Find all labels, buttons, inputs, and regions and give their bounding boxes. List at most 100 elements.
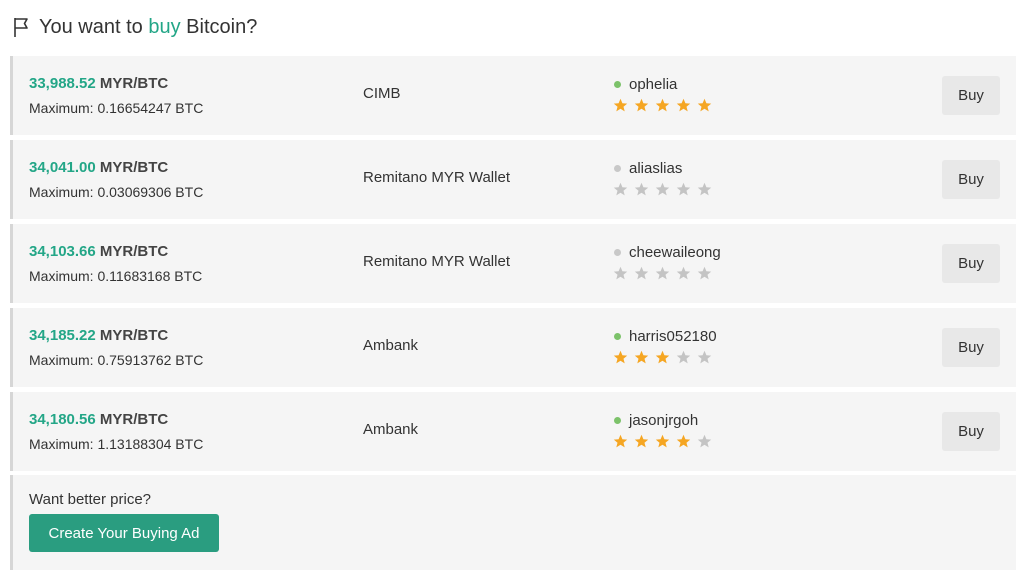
- offer-row: 34,180.56 MYR/BTC Maximum: 1.13188304 BT…: [10, 392, 1016, 471]
- maximum-value: 0.16654247 BTC: [97, 100, 204, 116]
- star-empty-icon: [655, 266, 670, 280]
- offer-maximum: Maximum: 0.03069306 BTC: [29, 184, 203, 200]
- price-unit: MYR/BTC: [99, 327, 169, 344]
- star-filled-icon: [655, 434, 670, 448]
- seller-name[interactable]: aliaslias: [629, 160, 682, 177]
- offline-status-dot-icon: [614, 249, 621, 256]
- offer-maximum: Maximum: 1.13188304 BTC: [29, 436, 203, 452]
- star-empty-icon: [676, 182, 691, 196]
- maximum-value: 1.13188304 BTC: [97, 436, 204, 452]
- price-unit: MYR/BTC: [99, 75, 169, 92]
- seller[interactable]: cheewaileong: [614, 244, 721, 261]
- star-empty-icon: [634, 182, 649, 196]
- seller-name[interactable]: jasonjrgoh: [629, 412, 698, 429]
- star-empty-icon: [697, 182, 712, 196]
- maximum-label: Maximum:: [29, 100, 94, 116]
- online-status-dot-icon: [614, 417, 621, 424]
- seller-name[interactable]: cheewaileong: [629, 244, 721, 261]
- payment-method: Ambank: [363, 421, 419, 438]
- payment-method: Remitano MYR Wallet: [363, 169, 510, 186]
- maximum-label: Maximum:: [29, 352, 94, 368]
- star-filled-icon: [655, 98, 670, 112]
- buy-button[interactable]: Buy: [942, 328, 1000, 367]
- star-filled-icon: [676, 98, 691, 112]
- maximum-value: 0.03069306 BTC: [97, 184, 204, 200]
- title-action: buy: [148, 15, 181, 38]
- offer-price: 34,103.66 MYR/BTC: [29, 243, 168, 260]
- maximum-label: Maximum:: [29, 184, 94, 200]
- better-price-prompt: Want better price?: [29, 491, 151, 508]
- payment-method: CIMB: [363, 85, 401, 102]
- maximum-value: 0.75913762 BTC: [97, 352, 204, 368]
- buy-button[interactable]: Buy: [942, 160, 1000, 199]
- price-value: 33,988.52: [29, 75, 96, 92]
- offline-status-dot-icon: [614, 165, 621, 172]
- price-unit: MYR/BTC: [99, 411, 169, 428]
- seller-rating: [613, 350, 718, 365]
- seller[interactable]: ophelia: [614, 76, 677, 93]
- seller-rating: [613, 434, 718, 449]
- online-status-dot-icon: [614, 333, 621, 340]
- star-empty-icon: [676, 350, 691, 364]
- maximum-value: 0.11683168 BTC: [97, 268, 203, 284]
- seller-rating: [613, 266, 718, 281]
- star-empty-icon: [634, 266, 649, 280]
- star-filled-icon: [676, 434, 691, 448]
- title-prefix: You want to: [39, 15, 143, 38]
- buy-button[interactable]: Buy: [942, 76, 1000, 115]
- seller-rating: [613, 98, 718, 113]
- star-empty-icon: [697, 266, 712, 280]
- online-status-dot-icon: [614, 81, 621, 88]
- star-filled-icon: [634, 98, 649, 112]
- star-empty-icon: [697, 434, 712, 448]
- star-filled-icon: [634, 350, 649, 364]
- seller[interactable]: aliaslias: [614, 160, 682, 177]
- star-empty-icon: [613, 266, 628, 280]
- star-filled-icon: [697, 98, 712, 112]
- seller-rating: [613, 182, 718, 197]
- maximum-label: Maximum:: [29, 268, 94, 284]
- seller-name[interactable]: harris052180: [629, 328, 717, 345]
- offer-row: 34,185.22 MYR/BTC Maximum: 0.75913762 BT…: [10, 308, 1016, 387]
- seller[interactable]: harris052180: [614, 328, 717, 345]
- offer-price: 34,180.56 MYR/BTC: [29, 411, 168, 428]
- offer-price: 34,041.00 MYR/BTC: [29, 159, 168, 176]
- offer-list: 33,988.52 MYR/BTC Maximum: 0.16654247 BT…: [10, 56, 1016, 476]
- price-unit: MYR/BTC: [99, 243, 169, 260]
- star-empty-icon: [697, 350, 712, 364]
- star-filled-icon: [613, 350, 628, 364]
- star-empty-icon: [676, 266, 691, 280]
- price-value: 34,103.66: [29, 243, 96, 260]
- create-buying-ad-button[interactable]: Create Your Buying Ad: [29, 514, 219, 552]
- price-value: 34,041.00: [29, 159, 96, 176]
- star-empty-icon: [655, 182, 670, 196]
- price-value: 34,185.22: [29, 327, 96, 344]
- seller[interactable]: jasonjrgoh: [614, 412, 698, 429]
- payment-method: Remitano MYR Wallet: [363, 253, 510, 270]
- buy-button[interactable]: Buy: [942, 412, 1000, 451]
- page-title: You want to buy Bitcoin?: [39, 16, 257, 39]
- offer-row: 34,103.66 MYR/BTC Maximum: 0.11683168 BT…: [10, 224, 1016, 303]
- star-filled-icon: [634, 434, 649, 448]
- star-filled-icon: [613, 434, 628, 448]
- star-filled-icon: [613, 98, 628, 112]
- offer-row: 34,041.00 MYR/BTC Maximum: 0.03069306 BT…: [10, 140, 1016, 219]
- offer-price: 33,988.52 MYR/BTC: [29, 75, 168, 92]
- price-value: 34,180.56: [29, 411, 96, 428]
- star-filled-icon: [655, 350, 670, 364]
- buy-button[interactable]: Buy: [942, 244, 1000, 283]
- page-header: You want to buy Bitcoin?: [12, 14, 257, 40]
- seller-name[interactable]: ophelia: [629, 76, 677, 93]
- star-empty-icon: [613, 182, 628, 196]
- flag-icon: [14, 18, 28, 37]
- offer-maximum: Maximum: 0.16654247 BTC: [29, 100, 203, 116]
- title-suffix: Bitcoin?: [186, 15, 258, 38]
- maximum-label: Maximum:: [29, 436, 94, 452]
- offer-maximum: Maximum: 0.75913762 BTC: [29, 352, 203, 368]
- offer-maximum: Maximum: 0.11683168 BTC: [29, 268, 202, 284]
- payment-method: Ambank: [363, 337, 419, 354]
- price-unit: MYR/BTC: [99, 159, 169, 176]
- better-price-panel: Want better price? Create Your Buying Ad: [10, 475, 1016, 570]
- offer-price: 34,185.22 MYR/BTC: [29, 327, 168, 344]
- offer-row: 33,988.52 MYR/BTC Maximum: 0.16654247 BT…: [10, 56, 1016, 135]
